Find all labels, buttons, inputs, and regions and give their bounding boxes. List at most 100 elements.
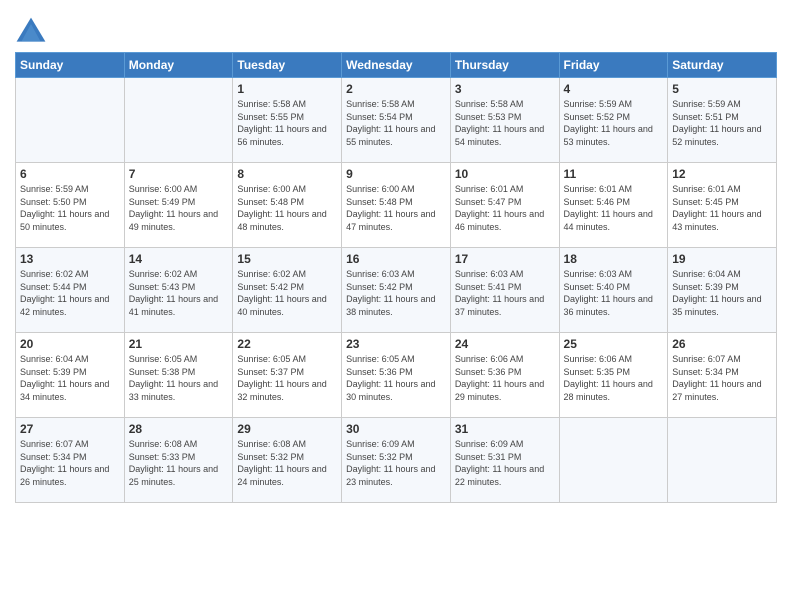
- day-number: 10: [455, 167, 555, 181]
- day-cell: [668, 418, 777, 503]
- day-cell: 6 Sunrise: 5:59 AM Sunset: 5:50 PM Daylig…: [16, 163, 125, 248]
- day-cell: 17 Sunrise: 6:03 AM Sunset: 5:41 PM Dayli…: [450, 248, 559, 333]
- day-number: 13: [20, 252, 120, 266]
- column-header-saturday: Saturday: [668, 53, 777, 78]
- day-cell: 22 Sunrise: 6:05 AM Sunset: 5:37 PM Dayli…: [233, 333, 342, 418]
- day-cell: 7 Sunrise: 6:00 AM Sunset: 5:49 PM Daylig…: [124, 163, 233, 248]
- day-number: 17: [455, 252, 555, 266]
- day-number: 28: [129, 422, 229, 436]
- day-info: Sunrise: 6:00 AM Sunset: 5:48 PM Dayligh…: [237, 183, 337, 233]
- day-cell: 25 Sunrise: 6:06 AM Sunset: 5:35 PM Dayli…: [559, 333, 668, 418]
- day-cell: 19 Sunrise: 6:04 AM Sunset: 5:39 PM Dayli…: [668, 248, 777, 333]
- day-number: 22: [237, 337, 337, 351]
- day-number: 12: [672, 167, 772, 181]
- day-number: 5: [672, 82, 772, 96]
- day-number: 8: [237, 167, 337, 181]
- day-cell: 21 Sunrise: 6:05 AM Sunset: 5:38 PM Dayli…: [124, 333, 233, 418]
- logo-icon: [15, 16, 47, 48]
- day-info: Sunrise: 5:59 AM Sunset: 5:50 PM Dayligh…: [20, 183, 120, 233]
- day-cell: 3 Sunrise: 5:58 AM Sunset: 5:53 PM Daylig…: [450, 78, 559, 163]
- day-cell: 16 Sunrise: 6:03 AM Sunset: 5:42 PM Dayli…: [342, 248, 451, 333]
- day-info: Sunrise: 6:03 AM Sunset: 5:41 PM Dayligh…: [455, 268, 555, 318]
- column-header-sunday: Sunday: [16, 53, 125, 78]
- day-number: 27: [20, 422, 120, 436]
- day-cell: 23 Sunrise: 6:05 AM Sunset: 5:36 PM Dayli…: [342, 333, 451, 418]
- day-number: 19: [672, 252, 772, 266]
- day-number: 2: [346, 82, 446, 96]
- day-number: 25: [564, 337, 664, 351]
- day-info: Sunrise: 6:09 AM Sunset: 5:31 PM Dayligh…: [455, 438, 555, 488]
- day-number: 15: [237, 252, 337, 266]
- day-cell: 20Sunrise: 6:04 AM Sunset: 5:39 PM Dayli…: [16, 333, 125, 418]
- day-number: 21: [129, 337, 229, 351]
- day-number: 3: [455, 82, 555, 96]
- day-number: 6: [20, 167, 120, 181]
- day-cell: 8 Sunrise: 6:00 AM Sunset: 5:48 PM Daylig…: [233, 163, 342, 248]
- day-cell: 12 Sunrise: 6:01 AM Sunset: 5:45 PM Dayli…: [668, 163, 777, 248]
- day-info: Sunrise: 6:08 AM Sunset: 5:32 PM Dayligh…: [237, 438, 337, 488]
- week-row-3: 13 Sunrise: 6:02 AM Sunset: 5:44 PM Dayli…: [16, 248, 777, 333]
- day-info: Sunrise: 6:05 AM Sunset: 5:37 PM Dayligh…: [237, 353, 337, 403]
- day-number: 26: [672, 337, 772, 351]
- day-cell: 10Sunrise: 6:01 AM Sunset: 5:47 PM Dayli…: [450, 163, 559, 248]
- day-info: Sunrise: 6:05 AM Sunset: 5:36 PM Dayligh…: [346, 353, 446, 403]
- day-number: 24: [455, 337, 555, 351]
- day-info: Sunrise: 6:05 AM Sunset: 5:38 PM Dayligh…: [129, 353, 229, 403]
- week-row-5: 27 Sunrise: 6:07 AM Sunset: 5:34 PM Dayli…: [16, 418, 777, 503]
- day-number: 20: [20, 337, 120, 351]
- day-cell: [124, 78, 233, 163]
- day-info: Sunrise: 5:59 AM Sunset: 5:52 PM Dayligh…: [564, 98, 664, 148]
- day-number: 9: [346, 167, 446, 181]
- day-info: Sunrise: 6:04 AM Sunset: 5:39 PM Dayligh…: [672, 268, 772, 318]
- day-number: 30: [346, 422, 446, 436]
- day-info: Sunrise: 5:58 AM Sunset: 5:54 PM Dayligh…: [346, 98, 446, 148]
- day-cell: 30Sunrise: 6:09 AM Sunset: 5:32 PM Dayli…: [342, 418, 451, 503]
- day-cell: 11 Sunrise: 6:01 AM Sunset: 5:46 PM Dayli…: [559, 163, 668, 248]
- day-number: 18: [564, 252, 664, 266]
- column-header-tuesday: Tuesday: [233, 53, 342, 78]
- day-info: Sunrise: 6:02 AM Sunset: 5:44 PM Dayligh…: [20, 268, 120, 318]
- day-info: Sunrise: 6:07 AM Sunset: 5:34 PM Dayligh…: [20, 438, 120, 488]
- column-header-thursday: Thursday: [450, 53, 559, 78]
- logo: [15, 16, 51, 48]
- day-info: Sunrise: 5:59 AM Sunset: 5:51 PM Dayligh…: [672, 98, 772, 148]
- day-cell: 9 Sunrise: 6:00 AM Sunset: 5:48 PM Daylig…: [342, 163, 451, 248]
- column-header-wednesday: Wednesday: [342, 53, 451, 78]
- day-cell: 26 Sunrise: 6:07 AM Sunset: 5:34 PM Dayli…: [668, 333, 777, 418]
- day-number: 14: [129, 252, 229, 266]
- day-info: Sunrise: 6:02 AM Sunset: 5:43 PM Dayligh…: [129, 268, 229, 318]
- day-info: Sunrise: 6:06 AM Sunset: 5:36 PM Dayligh…: [455, 353, 555, 403]
- day-info: Sunrise: 6:01 AM Sunset: 5:46 PM Dayligh…: [564, 183, 664, 233]
- day-cell: 4 Sunrise: 5:59 AM Sunset: 5:52 PM Daylig…: [559, 78, 668, 163]
- day-number: 4: [564, 82, 664, 96]
- day-cell: 1 Sunrise: 5:58 AM Sunset: 5:55 PM Daylig…: [233, 78, 342, 163]
- day-cell: 28Sunrise: 6:08 AM Sunset: 5:33 PM Dayli…: [124, 418, 233, 503]
- day-number: 16: [346, 252, 446, 266]
- page-header: [15, 10, 777, 48]
- day-info: Sunrise: 6:00 AM Sunset: 5:48 PM Dayligh…: [346, 183, 446, 233]
- day-info: Sunrise: 6:03 AM Sunset: 5:40 PM Dayligh…: [564, 268, 664, 318]
- day-info: Sunrise: 6:02 AM Sunset: 5:42 PM Dayligh…: [237, 268, 337, 318]
- column-header-monday: Monday: [124, 53, 233, 78]
- day-info: Sunrise: 5:58 AM Sunset: 5:55 PM Dayligh…: [237, 98, 337, 148]
- day-cell: 14 Sunrise: 6:02 AM Sunset: 5:43 PM Dayli…: [124, 248, 233, 333]
- day-cell: [16, 78, 125, 163]
- day-number: 11: [564, 167, 664, 181]
- calendar-table: SundayMondayTuesdayWednesdayThursdayFrid…: [15, 52, 777, 503]
- day-info: Sunrise: 6:06 AM Sunset: 5:35 PM Dayligh…: [564, 353, 664, 403]
- day-cell: 13 Sunrise: 6:02 AM Sunset: 5:44 PM Dayli…: [16, 248, 125, 333]
- week-row-1: 1 Sunrise: 5:58 AM Sunset: 5:55 PM Daylig…: [16, 78, 777, 163]
- header-row: SundayMondayTuesdayWednesdayThursdayFrid…: [16, 53, 777, 78]
- day-cell: 24 Sunrise: 6:06 AM Sunset: 5:36 PM Dayli…: [450, 333, 559, 418]
- day-cell: [559, 418, 668, 503]
- day-cell: 31Sunrise: 6:09 AM Sunset: 5:31 PM Dayli…: [450, 418, 559, 503]
- day-info: Sunrise: 5:58 AM Sunset: 5:53 PM Dayligh…: [455, 98, 555, 148]
- day-number: 1: [237, 82, 337, 96]
- day-info: Sunrise: 6:00 AM Sunset: 5:49 PM Dayligh…: [129, 183, 229, 233]
- day-info: Sunrise: 6:07 AM Sunset: 5:34 PM Dayligh…: [672, 353, 772, 403]
- day-info: Sunrise: 6:03 AM Sunset: 5:42 PM Dayligh…: [346, 268, 446, 318]
- day-info: Sunrise: 6:01 AM Sunset: 5:45 PM Dayligh…: [672, 183, 772, 233]
- day-number: 7: [129, 167, 229, 181]
- day-number: 23: [346, 337, 446, 351]
- column-header-friday: Friday: [559, 53, 668, 78]
